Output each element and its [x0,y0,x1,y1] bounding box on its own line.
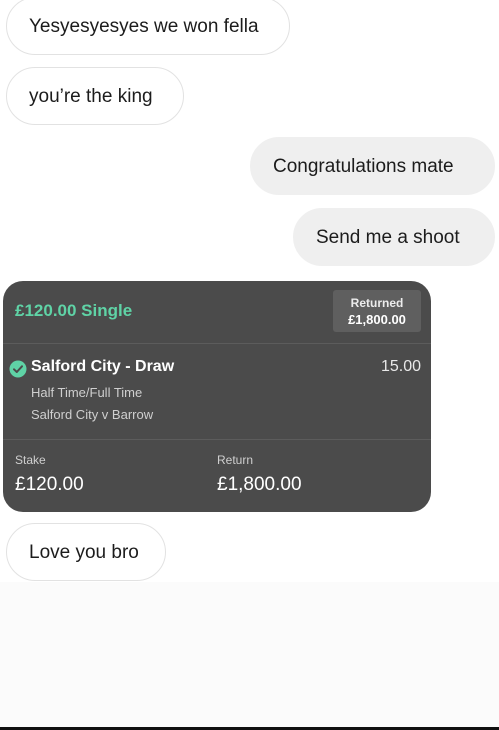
bet-slip-card[interactable]: £120.00 Single Returned £1,800.00 Salfor… [3,281,431,512]
message-bubble-outgoing[interactable]: Congratulations mate [250,137,495,195]
return-label: Return [217,453,254,467]
message-text: you’re the king [29,86,153,107]
chat-screen: Yesyesyesyes we won fella you’re the kin… [0,0,499,730]
message-bubble-incoming[interactable]: you’re the king [6,67,184,125]
message-bubble-incoming[interactable]: Love you bro [6,523,166,581]
stake-value: £120.00 [15,474,84,495]
returned-badge: Returned £1,800.00 [333,290,421,332]
return-value: £1,800.00 [217,474,302,495]
selection-event: Salford City v Barrow [31,407,154,422]
message-text: Yesyesyesyes we won fella [29,16,259,37]
bet-selection: Salford City - Draw 15.00 Half Time/Full… [3,344,431,440]
message-text: Love you bro [29,542,139,563]
returned-label: Returned [350,296,404,310]
selection-odds: 15.00 [380,358,421,375]
bet-slip-title: £120.00 Single [15,301,133,320]
message-bubble-outgoing[interactable]: Send me a shoot [293,208,495,266]
returned-amount: £1,800.00 [348,312,406,327]
message-text: Send me a shoot [316,227,460,248]
check-circle-icon [9,360,27,378]
selection-name: Salford City - Draw [31,358,175,375]
stake-label: Stake [15,453,46,467]
blank-area [0,582,499,730]
selection-market: Half Time/Full Time [31,385,143,400]
bet-slip-header: £120.00 Single Returned £1,800.00 [3,281,431,344]
message-bubble-incoming[interactable]: Yesyesyesyes we won fella [6,0,290,55]
message-text: Congratulations mate [273,156,454,177]
